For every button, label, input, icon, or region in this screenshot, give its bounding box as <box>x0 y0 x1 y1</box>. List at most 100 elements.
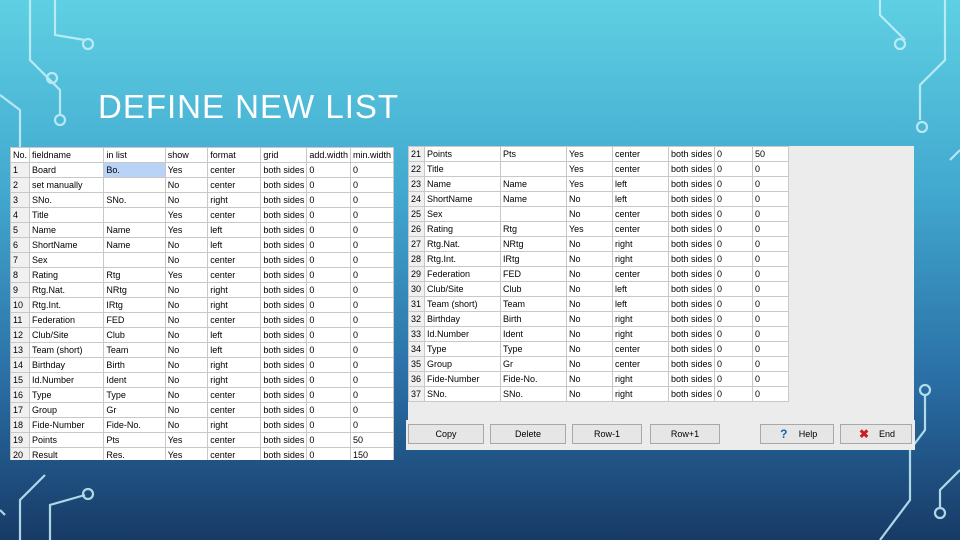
table-cell[interactable]: Yes <box>566 221 613 237</box>
table-cell[interactable]: 0 <box>306 447 351 460</box>
table-row[interactable]: 35 Group Gr No center both sides 0 0 <box>408 356 790 372</box>
table-cell[interactable]: center <box>612 221 669 237</box>
table-cell[interactable]: Fide-No. <box>103 417 166 433</box>
table-row[interactable]: 23 Name Name Yes left both sides 0 0 <box>408 176 790 192</box>
table-cell[interactable]: 0 <box>714 161 754 177</box>
table-cell[interactable]: Birth <box>500 311 567 327</box>
table-cell[interactable]: Gr <box>500 356 567 372</box>
table-cell[interactable]: Team <box>500 296 567 312</box>
table-row[interactable]: 25 Sex No center both sides 0 0 <box>408 206 790 222</box>
table-cell[interactable]: 0 <box>714 221 754 237</box>
table-cell[interactable]: left <box>207 222 262 238</box>
table-cell[interactable]: No <box>566 326 613 342</box>
table-cell[interactable]: right <box>207 372 262 388</box>
table-cell[interactable]: 0 <box>349 312 394 328</box>
table-cell[interactable]: right <box>207 192 262 208</box>
table-cell[interactable] <box>103 177 166 193</box>
table-cell[interactable]: center <box>207 402 262 418</box>
table-cell[interactable]: Res. <box>103 447 166 460</box>
table-cell[interactable]: 0 <box>349 297 394 313</box>
table-cell[interactable]: Name <box>29 222 105 238</box>
table-cell[interactable]: 0 <box>306 252 351 268</box>
table-cell[interactable]: 0 <box>714 206 754 222</box>
table-cell[interactable]: Rtg <box>500 221 567 237</box>
table-cell[interactable]: Birthday <box>29 357 105 373</box>
table-cell[interactable]: No <box>164 342 209 358</box>
table-row[interactable]: 30 Club/Site Club No left both sides 0 0 <box>408 281 790 297</box>
table-cell[interactable]: Yes <box>164 222 209 238</box>
table-row[interactable]: 10 Rtg.Int. IRtg No right both sides 0 0 <box>10 297 394 313</box>
table-cell[interactable]: center <box>612 161 669 177</box>
table-cell[interactable]: 0 <box>752 356 790 372</box>
table-cell[interactable]: Type <box>29 387 105 403</box>
table-cell[interactable]: left <box>207 342 262 358</box>
table-cell[interactable]: 0 <box>752 266 790 282</box>
table-cell[interactable]: No <box>566 341 613 357</box>
table-cell[interactable]: 0 <box>306 432 351 448</box>
table-cell[interactable]: 0 <box>714 191 754 207</box>
table-cell[interactable]: Pts <box>103 432 166 448</box>
table-cell[interactable]: 50 <box>349 432 394 448</box>
table-cell[interactable]: 0 <box>349 327 394 343</box>
table-cell[interactable]: NRtg <box>500 236 567 252</box>
table-row[interactable]: 15 Id.Number Ident No right both sides 0 0 <box>10 372 394 388</box>
table-cell[interactable]: right <box>612 251 669 267</box>
table-cell[interactable]: left <box>612 281 669 297</box>
table-cell[interactable]: No <box>164 417 209 433</box>
table-cell[interactable]: Federation <box>29 312 105 328</box>
table-cell[interactable]: FED <box>500 266 567 282</box>
table-cell[interactable]: both sides <box>667 371 716 387</box>
table-cell[interactable]: 0 <box>752 176 790 192</box>
table-cell[interactable]: No <box>164 177 209 193</box>
table-cell[interactable]: left <box>612 296 669 312</box>
table-cell[interactable]: Federation <box>424 266 501 282</box>
table-cell[interactable]: right <box>612 371 669 387</box>
table-cell[interactable]: IRtg <box>500 251 567 267</box>
table-cell[interactable]: 0 <box>306 357 351 373</box>
table-row[interactable]: 5 Name Name Yes left both sides 0 0 <box>10 222 394 238</box>
table-cell[interactable]: both sides <box>667 386 716 402</box>
table-cell[interactable]: Sex <box>29 252 105 268</box>
table-cell[interactable]: SNo. <box>29 192 105 208</box>
copy-button[interactable]: Copy <box>408 424 484 444</box>
table-row[interactable]: 4 Title Yes center both sides 0 0 <box>10 207 394 223</box>
table-cell[interactable]: 0 <box>752 311 790 327</box>
table-row[interactable]: 20 Result Res. Yes center both sides 0 150 <box>10 447 394 460</box>
table-cell[interactable]: 0 <box>349 417 394 433</box>
table-cell[interactable]: Fide-No. <box>500 371 567 387</box>
table-cell[interactable]: Team (short) <box>424 296 501 312</box>
table-cell[interactable]: right <box>207 417 262 433</box>
table-cell[interactable]: center <box>207 162 262 178</box>
table-cell[interactable]: No <box>566 191 613 207</box>
table-cell[interactable]: both sides <box>667 161 716 177</box>
table-cell[interactable]: Sex <box>424 206 501 222</box>
table-cell[interactable]: FED <box>103 312 166 328</box>
table-cell[interactable]: Club <box>500 281 567 297</box>
table-cell[interactable]: Rating <box>424 221 501 237</box>
table-cell[interactable]: 0 <box>306 222 351 238</box>
table-cell[interactable]: No <box>566 371 613 387</box>
table-cell[interactable]: Board <box>29 162 105 178</box>
table-cell[interactable]: Club <box>103 327 166 343</box>
table-cell[interactable]: No <box>164 372 209 388</box>
table-cell[interactable]: 0 <box>349 237 394 253</box>
table-cell[interactable]: Name <box>500 176 567 192</box>
table-cell[interactable]: 0 <box>349 252 394 268</box>
table-cell[interactable]: No <box>566 281 613 297</box>
table-cell[interactable]: 0 <box>306 192 351 208</box>
table-cell[interactable]: Group <box>29 402 105 418</box>
table-cell[interactable]: both sides <box>260 357 308 373</box>
table-cell[interactable]: Name <box>500 191 567 207</box>
table-cell[interactable]: Fide-Number <box>424 371 501 387</box>
table-cell[interactable]: right <box>612 326 669 342</box>
table-cell[interactable]: both sides <box>260 162 308 178</box>
table-cell[interactable]: No <box>164 252 209 268</box>
table-cell[interactable]: 0 <box>714 146 754 162</box>
table-cell[interactable]: 0 <box>714 296 754 312</box>
table-cell[interactable]: both sides <box>260 447 308 460</box>
table-cell[interactable]: Rtg.Nat. <box>29 282 105 298</box>
table-cell[interactable]: 0 <box>349 192 394 208</box>
table-cell[interactable]: both sides <box>260 372 308 388</box>
table-row[interactable]: 13 Team (short) Team No left both sides 0 0 <box>10 342 394 358</box>
table-cell[interactable]: center <box>207 267 262 283</box>
